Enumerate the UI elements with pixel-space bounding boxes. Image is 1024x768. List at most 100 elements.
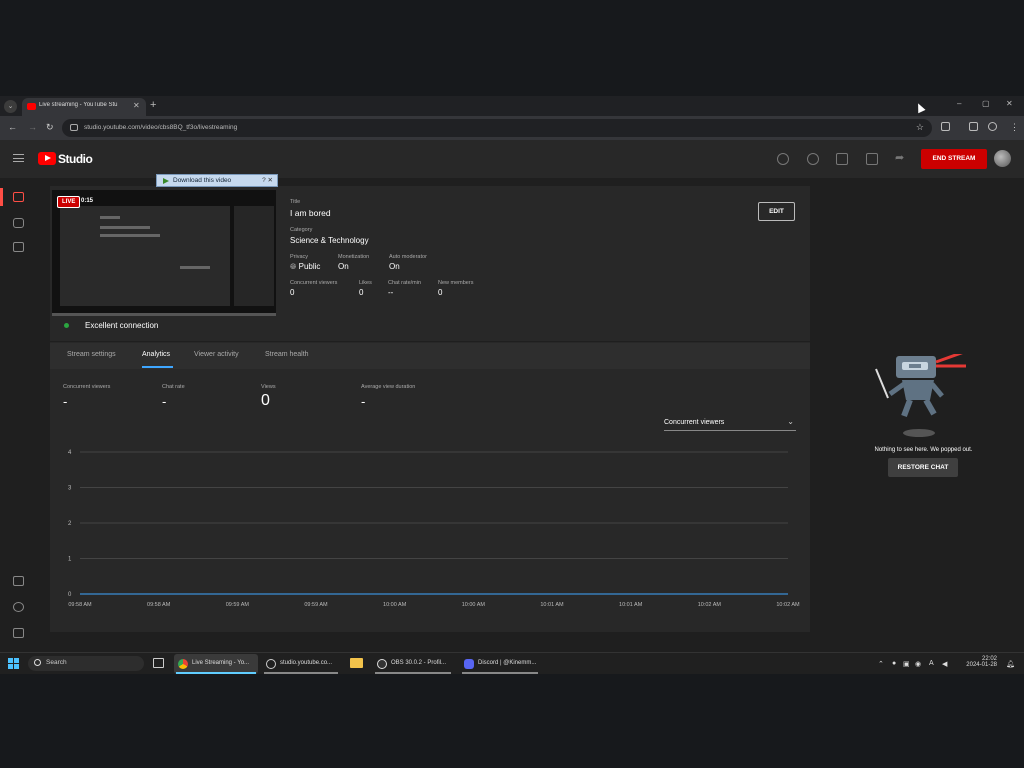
avatar[interactable] (994, 150, 1011, 167)
taskbar-search-input[interactable]: Search (28, 656, 144, 671)
extensions-icon[interactable] (941, 122, 950, 131)
manage-icon[interactable] (13, 242, 24, 252)
share-icon[interactable]: ➦ (895, 151, 907, 164)
youtube-logo-icon[interactable] (38, 152, 56, 165)
tab-stream-settings[interactable]: Stream settings (67, 351, 116, 358)
settings-icon[interactable] (13, 602, 24, 612)
chrome-icon (178, 659, 188, 669)
stream-preview[interactable]: LIVE 0:15 (52, 190, 276, 316)
microphone-icon[interactable]: ● (892, 660, 896, 667)
profile-icon[interactable] (988, 122, 997, 131)
tab-close-icon[interactable]: ✕ (133, 101, 140, 110)
metric-concurrent-viewers-value: - (63, 394, 68, 409)
language-indicator[interactable]: A (929, 660, 934, 667)
likes-value: 0 (359, 288, 364, 297)
restore-chat-button[interactable]: RESTORE CHAT (888, 458, 958, 477)
privacy-label: Privacy (290, 254, 309, 260)
edit-button[interactable]: EDIT (758, 202, 795, 221)
taskbar-app-discord[interactable]: Discord | @Kinemm... (460, 654, 540, 674)
preview-progress-bar (52, 313, 276, 316)
metric-avg-view-duration-value: - (361, 394, 366, 409)
privacy-value: 🌐︎ Public (290, 262, 321, 271)
stream-icon[interactable] (13, 192, 24, 202)
tray-app-icon[interactable]: ▣ (903, 660, 910, 668)
minimize-icon[interactable]: – (957, 99, 961, 108)
comment-icon[interactable] (866, 153, 878, 165)
chat-empty-message: Nothing to see here. We popped out. (874, 447, 973, 453)
taskbar-app-chrome-youtube[interactable]: Live Streaming - Yo... (174, 654, 258, 674)
x-tick-label: 09:58 AM (68, 602, 92, 608)
y-tick-label: 0 (68, 592, 72, 598)
x-tick-label: 10:02 AM (698, 602, 722, 608)
menu-icon[interactable] (13, 154, 24, 162)
y-tick-label: 3 (68, 486, 72, 492)
url-text: studio.youtube.com/video/cbs8BQ_tf3o/liv… (84, 124, 238, 131)
forward-icon[interactable]: → (28, 122, 37, 132)
metric-views-value: 0 (261, 392, 270, 409)
studio-logo-text[interactable]: Studio (58, 152, 93, 166)
webcam-icon[interactable] (13, 218, 24, 228)
auto-moderator-value: On (389, 262, 400, 271)
tab-stream-health[interactable]: Stream health (265, 351, 309, 358)
chat-rate-label: Chat rate/min (388, 280, 422, 286)
title-label: Title (290, 199, 301, 205)
x-tick-label: 10:00 AM (462, 602, 486, 608)
new-members-value: 0 (438, 288, 443, 297)
notification-bell-icon[interactable]: 🔔︎ (1006, 660, 1015, 668)
help-icon[interactable] (807, 153, 819, 165)
concurrent-viewers-label: Concurrent viewers (290, 280, 338, 286)
stream-dashboard: LIVE 0:15 Download this video ? ✕ Excell… (50, 174, 810, 632)
studio-header: Studio ➦ END STREAM (0, 140, 1024, 178)
windows-start-icon[interactable] (8, 658, 19, 669)
browser-menu-icon[interactable]: ⋮ (1010, 122, 1019, 133)
metric-chat-rate-label: Chat rate (162, 384, 185, 390)
send-feedback-icon[interactable] (13, 628, 24, 638)
x-tick-label: 10:01 AM (619, 602, 643, 608)
connection-dot-icon (64, 323, 69, 328)
export-icon[interactable] (13, 576, 24, 586)
monetization-label: Monetization (338, 254, 370, 260)
feedback-icon[interactable] (777, 153, 789, 165)
popout-chat-icon[interactable] (836, 153, 848, 165)
reload-icon[interactable]: ↻ (46, 122, 54, 133)
tab-analytics[interactable]: Analytics (142, 351, 170, 358)
back-icon[interactable]: ← (8, 122, 17, 132)
x-tick-label: 10:00 AM (383, 602, 407, 608)
file-explorer-icon[interactable] (350, 658, 363, 668)
new-tab-icon[interactable]: + (150, 99, 156, 111)
browser-tab[interactable]: Live streaming - YouTube Stu ✕ (22, 98, 146, 116)
chat-rate-value: -- (388, 288, 394, 297)
metric-select[interactable]: Concurrent viewers ⌄ (664, 417, 796, 431)
task-view-icon[interactable] (153, 658, 164, 668)
category-label: Category (290, 227, 313, 233)
likes-label: Likes (359, 280, 372, 286)
metric-views-label: Views (261, 384, 276, 390)
download-video-bar[interactable]: Download this video ? ✕ (156, 174, 278, 187)
monetization-value: On (338, 262, 349, 271)
speaker-icon[interactable]: ◀ (942, 660, 947, 668)
metric-concurrent-viewers-label: Concurrent viewers (63, 384, 111, 390)
section-divider (50, 341, 810, 342)
clock-date: 2024-01-28 (966, 662, 997, 668)
concurrent-viewers-value: 0 (290, 288, 295, 297)
maximize-icon[interactable]: ▢ (982, 99, 990, 108)
taskbar-app-chrome-studio[interactable]: studio.youtube.co... (262, 654, 340, 674)
download-bar-buttons[interactable]: ? ✕ (262, 176, 273, 184)
robot-illustration-icon (875, 354, 966, 437)
bookmark-star-icon[interactable]: ☆ (916, 122, 924, 133)
tray-chevron-icon[interactable]: ⌃ (878, 660, 884, 668)
side-panel-icon[interactable] (969, 122, 978, 131)
window-close-icon[interactable]: ✕ (1006, 99, 1013, 108)
taskbar-app-obs[interactable]: OBS 30.0.2 - Profil... (373, 654, 453, 674)
url-field[interactable]: studio.youtube.com/video/cbs8BQ_tf3o/liv… (62, 119, 932, 137)
taskbar-clock[interactable]: 22:02 2024-01-28 (959, 656, 997, 668)
tab-viewer-activity[interactable]: Viewer activity (194, 351, 239, 358)
site-info-icon[interactable] (70, 124, 78, 131)
metric-avg-view-duration-label: Average view duration (361, 384, 416, 390)
globe-icon: 🌐︎ (290, 262, 299, 271)
tab-search-icon[interactable]: ⌄ (4, 100, 17, 113)
network-icon[interactable]: ◉ (915, 660, 921, 668)
search-icon (34, 659, 41, 666)
end-stream-button[interactable]: END STREAM (921, 149, 987, 169)
download-label[interactable]: Download this video (173, 177, 231, 184)
